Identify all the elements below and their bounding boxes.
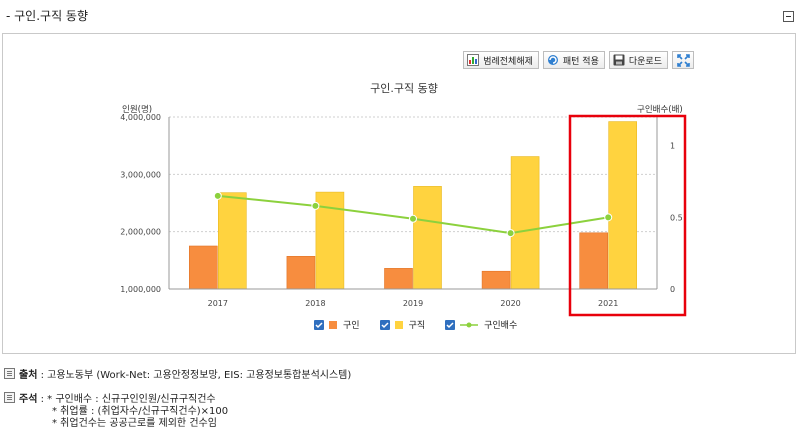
legend-toggle-label: 범례전체해제 (483, 56, 533, 67)
source-label: 출처 (19, 370, 38, 381)
fullscreen-icon (677, 54, 690, 67)
legend-checkbox-ratio[interactable] (445, 319, 456, 330)
source-text: : 고용노동부 (Work-Net: 고용안정정보망, EIS: 고용정보통합분… (40, 370, 352, 381)
source-line: 출처 : 고용노동부 (Work-Net: 고용안정정보망, EIS: 고용정보… (4, 366, 351, 381)
disk-icon (613, 54, 625, 66)
source-icon (4, 368, 15, 379)
fullscreen-button[interactable] (672, 51, 694, 69)
legend-toggle-button[interactable]: 범례전체해제 (463, 51, 539, 69)
legend-icon (467, 54, 480, 66)
pattern-label: 패턴 적용 (562, 56, 599, 67)
chart-toolbar: 범례전체해제 패턴 적용 다운로드 (463, 51, 694, 69)
download-button[interactable]: 다운로드 (608, 51, 668, 69)
download-label: 다운로드 (628, 56, 662, 67)
chart-legend: 구인 구직 구인배수 (314, 318, 517, 331)
legend-checkbox-job-openings[interactable] (314, 319, 324, 330)
note-icon (4, 392, 15, 403)
collapse-icon[interactable] (783, 11, 794, 22)
note-label: 주석 (19, 394, 38, 405)
legend-swatch-ratio (460, 321, 479, 329)
note-text-3: * 취업건수는 공공근로를 제외한 건수임 (52, 418, 217, 429)
legend-swatch-job-seekers (394, 320, 403, 329)
section-title: - 구인.구직 동향 (6, 9, 89, 23)
chart-panel: 범례전체해제 패턴 적용 다운로드 (2, 33, 796, 354)
legend-swatch-job-openings (329, 320, 337, 329)
legend-label-job-openings: 구인 (343, 321, 360, 331)
legend-label-job-seekers: 구직 (408, 321, 426, 331)
legend-checkbox-job-seekers[interactable] (379, 319, 390, 330)
pattern-icon (547, 54, 559, 66)
legend-label-ratio: 구인배수 (484, 321, 518, 331)
pattern-button[interactable]: 패턴 적용 (542, 51, 605, 69)
